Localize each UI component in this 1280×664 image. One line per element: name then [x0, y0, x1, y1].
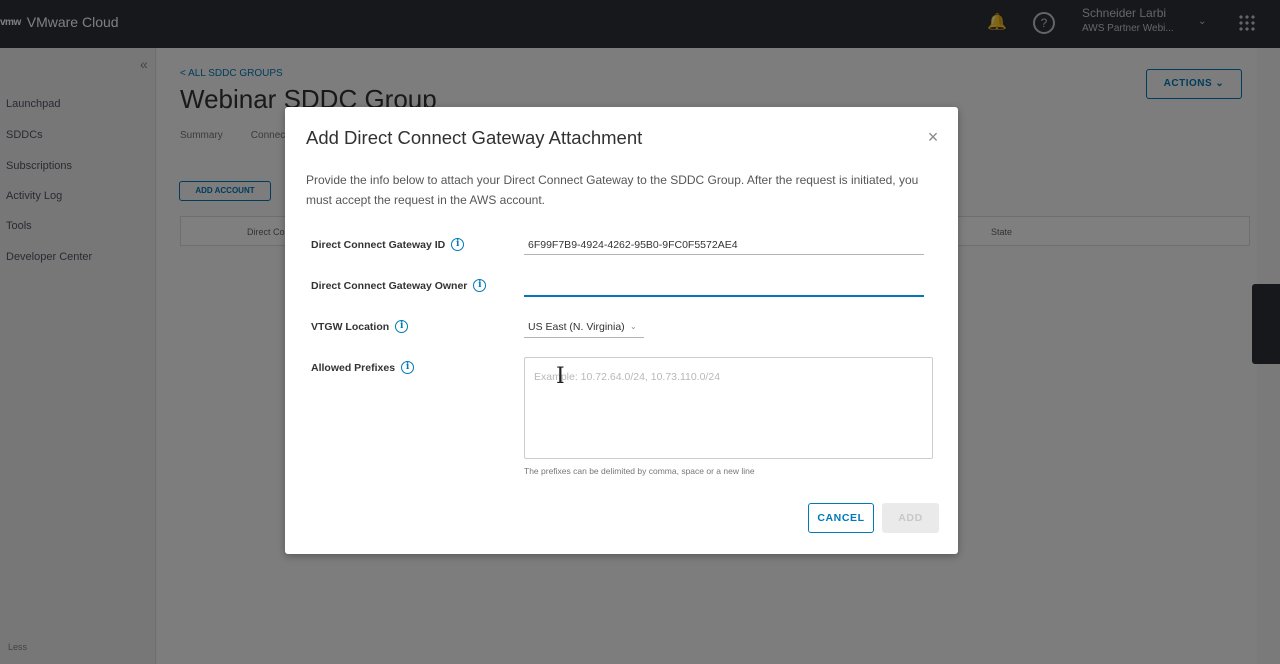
allowed-prefixes-label-text: Allowed Prefixes: [311, 361, 396, 374]
gateway-id-input[interactable]: [524, 235, 924, 255]
add-dx-gateway-attachment-dialog: Add Direct Connect Gateway Attachment × …: [285, 107, 958, 554]
allowed-prefixes-helper: The prefixes can be delimited by comma, …: [524, 466, 755, 476]
gateway-owner-input[interactable]: [524, 277, 924, 297]
text-cursor-icon: I: [556, 364, 565, 389]
info-icon[interactable]: i: [401, 361, 415, 374]
close-icon[interactable]: ×: [925, 128, 941, 146]
chevron-down-icon: ⌄: [630, 322, 637, 331]
vtgw-location-select[interactable]: US East (N. Virginia) ⌄: [524, 318, 644, 338]
gateway-owner-label-text: Direct Connect Gateway Owner: [311, 279, 468, 292]
info-icon[interactable]: i: [395, 320, 409, 333]
cancel-button[interactable]: CANCEL: [808, 503, 874, 533]
vtgw-location-label-text: VTGW Location: [311, 320, 390, 333]
vtgw-location-value: US East (N. Virginia): [528, 321, 625, 333]
modal-title: Add Direct Connect Gateway Attachment: [306, 127, 643, 148]
allowed-prefixes-label: Allowed Prefixes i: [311, 361, 415, 374]
vtgw-location-label: VTGW Location i: [311, 320, 409, 333]
gateway-owner-label: Direct Connect Gateway Owner i: [311, 279, 487, 292]
gateway-id-label-text: Direct Connect Gateway ID: [311, 238, 446, 251]
allowed-prefixes-textarea[interactable]: [524, 357, 933, 459]
info-icon[interactable]: i: [451, 238, 465, 251]
gateway-id-label: Direct Connect Gateway ID i: [311, 238, 465, 251]
modal-description: Provide the info below to attach your Di…: [306, 173, 919, 207]
add-button[interactable]: ADD: [882, 503, 939, 533]
info-icon[interactable]: i: [473, 279, 487, 292]
